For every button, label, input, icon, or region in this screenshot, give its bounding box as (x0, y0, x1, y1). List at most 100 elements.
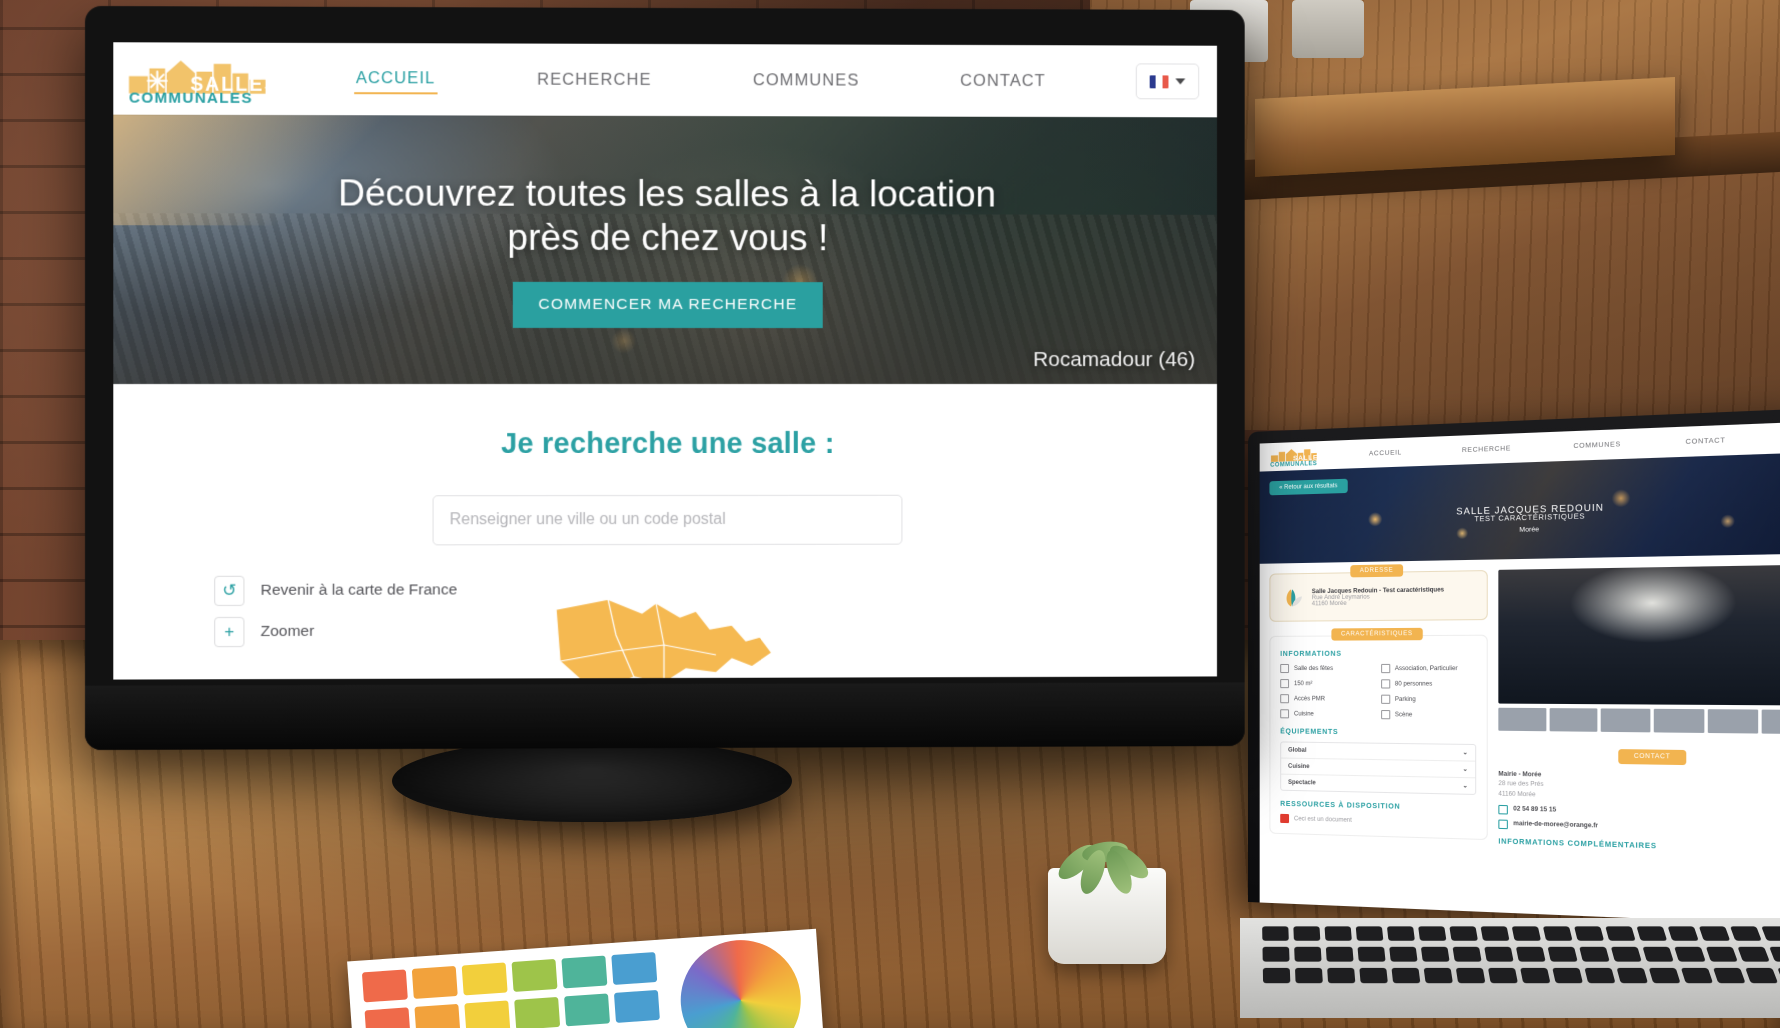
monitor-screen: SALLES COMMUNALES ACCUEIL RECHERCHE COMM… (113, 42, 1217, 680)
laptop-screen-content: SALLES COMMUNALES ACCUEIL RECHERCHE COMM… (1259, 421, 1780, 927)
info-label: Parking (1394, 696, 1416, 703)
monitor-bottom-bezel (84, 682, 1245, 751)
nav-item-contact[interactable]: CONTACT (958, 67, 1048, 94)
svg-text:COMMUNALES: COMMUNALES (1270, 461, 1317, 468)
gallery-thumbnail[interactable] (1653, 708, 1705, 733)
hero-content: Découvrez toutes les salles à la locatio… (113, 115, 1217, 384)
people-icon (1380, 663, 1390, 674)
venue-photo-gallery[interactable]: ‹ › (1498, 564, 1780, 706)
address-card-tag: ADRESSE (1349, 564, 1404, 578)
laptop-nav-accueil[interactable]: ACCUEIL (1369, 449, 1402, 457)
chevron-down-icon: ⌄ (1462, 766, 1468, 773)
stage-icon (1380, 709, 1390, 720)
start-search-button[interactable]: COMMENCER MA RECHERCHE (512, 281, 824, 328)
contact-email: mairie-de-moree@orange.fr (1513, 821, 1598, 830)
chevron-down-icon (1175, 78, 1186, 85)
ceramic-pot-right (1292, 0, 1364, 58)
parking-icon (1380, 694, 1390, 704)
resources-title: RESSOURCES À DISPOSITION (1280, 800, 1401, 811)
more-info-title: INFORMATIONS COMPLÉMENTAIRES (1498, 838, 1657, 851)
site-header: SALLES COMMUNALES ACCUEIL RECHERCHE COMM… (113, 42, 1217, 118)
map-section: ↺ Revenir à la carte de France + Zoomer (113, 574, 1217, 680)
map-control-reset-row[interactable]: ↺ Revenir à la carte de France (214, 575, 457, 606)
info-label: Accès PMR (1293, 695, 1326, 702)
info-item: Parking (1380, 694, 1477, 705)
laptop-left-column: ADRESSE Salle Jacques Redouin - Test car… (1269, 564, 1488, 855)
laptop-main-nav[interactable]: ACCUEIL RECHERCHE COMMUNES CONTACT (1369, 436, 1726, 457)
informations-grid: Salle des fêtes Association, Particulier… (1280, 663, 1477, 720)
search-section: Je recherche une salle : Renseigner une … (113, 383, 1217, 546)
leaf-icon (1286, 589, 1302, 607)
france-region-map[interactable] (546, 595, 806, 680)
info-label: Scène (1394, 711, 1413, 718)
map-controls: ↺ Revenir à la carte de France + Zoomer (214, 575, 457, 658)
equipments-accordion[interactable]: Global ⌄ Cuisine ⌄ Spectacle ⌄ (1280, 741, 1477, 795)
resource-item[interactable]: Ceci est un document (1280, 813, 1476, 828)
plus-icon[interactable]: + (214, 616, 245, 648)
info-label: Association, Particulier (1394, 665, 1458, 672)
wheelchair-icon (1280, 694, 1290, 704)
brand-line2: COMMUNALES (129, 90, 253, 107)
contact-card: Mairie - Morée 28 rue des Prés 41160 Mor… (1498, 770, 1780, 858)
laptop-brand-logo[interactable]: SALLES COMMUNALES (1269, 444, 1324, 468)
contact-phone-row[interactable]: 02 54 89 15 15 (1498, 804, 1780, 823)
laptop-hero-banner: « Retour aux résultats SALLE JACQUES RED… (1259, 451, 1780, 564)
nav-item-recherche[interactable]: RECHERCHE (535, 66, 654, 93)
laptop-keyboard[interactable] (1240, 918, 1780, 1018)
back-to-results-button[interactable]: « Retour aux résultats (1269, 478, 1348, 496)
features-card: CARACTÉRISTIQUES INFORMATIONS Salle des … (1269, 627, 1488, 841)
city-search-input[interactable]: Renseigner une ville ou un code postal (432, 494, 903, 546)
french-flag-icon (1149, 74, 1169, 88)
laptop-hero-text: SALLE JACQUES REDOUIN TEST CARACTÉRISTIQ… (1260, 496, 1780, 540)
hero-title-line2: près de chez vous ! (507, 216, 829, 259)
laptop-right-column: ‹ › CONTACT Mairie - Morée 28 rue des Pr… (1498, 564, 1780, 866)
gallery-thumbnail[interactable] (1707, 709, 1759, 734)
laptop-nav-recherche[interactable]: RECHERCHE (1462, 445, 1511, 454)
pdf-icon (1280, 813, 1290, 824)
info-item: Cuisine (1280, 709, 1372, 719)
accordion-label: Cuisine (1288, 763, 1310, 770)
info-label: 150 m² (1293, 680, 1313, 687)
info-item: 80 personnes (1380, 679, 1477, 689)
address-postal: 41160 Morée (1311, 600, 1347, 608)
capacity-icon (1380, 679, 1390, 689)
chevron-down-icon: ⌄ (1462, 750, 1468, 757)
info-item: Association, Particulier (1380, 663, 1477, 674)
nav-item-communes[interactable]: COMMUNES (751, 67, 862, 94)
resource-label: Ceci est un document (1293, 815, 1352, 824)
nav-item-accueil[interactable]: ACCUEIL (353, 64, 438, 94)
gallery-thumbnail[interactable] (1498, 707, 1547, 732)
gallery-thumbnail[interactable] (1601, 708, 1651, 733)
info-label: Cuisine (1293, 710, 1314, 718)
brand-logo[interactable]: SALLES COMMUNALES (127, 50, 269, 107)
info-label: Salle des fêtes (1293, 665, 1334, 672)
area-icon (1280, 679, 1290, 689)
phone-icon (1498, 804, 1508, 815)
desktop-monitor: SALLES COMMUNALES ACCUEIL RECHERCHE COMM… (84, 5, 1245, 751)
map-control-reset-label: Revenir à la carte de France (260, 581, 458, 599)
gallery-thumbnails[interactable] (1498, 707, 1780, 735)
contact-card-tag: CONTACT (1618, 749, 1687, 766)
chevron-down-icon: ⌄ (1462, 783, 1468, 790)
hero-photo-caption: Rocamadour (46) (1033, 348, 1196, 372)
laptop-nav-contact[interactable]: CONTACT (1686, 436, 1726, 445)
main-navigation[interactable]: ACCUEIL RECHERCHE COMMUNES CONTACT (269, 64, 1136, 95)
gallery-thumbnail[interactable] (1762, 709, 1780, 735)
address-card: ADRESSE Salle Jacques Redouin - Test car… (1269, 564, 1488, 622)
informations-title: INFORMATIONS (1280, 650, 1342, 658)
language-selector[interactable] (1135, 63, 1200, 100)
info-label: 80 personnes (1394, 680, 1433, 688)
color-wheel (676, 936, 805, 1028)
map-control-zoom-row[interactable]: + Zoomer (214, 616, 457, 648)
contact-name: Mairie - Morée (1498, 771, 1542, 779)
laptop-nav-communes[interactable]: COMMUNES (1573, 440, 1621, 449)
accordion-label: Spectacle (1288, 779, 1316, 786)
reset-icon[interactable]: ↺ (214, 575, 245, 606)
hall-icon (1280, 663, 1290, 674)
contact-email-row[interactable]: mairie-de-moree@orange.fr (1498, 819, 1780, 838)
hero-title-line1: Découvrez toutes les salles à la locatio… (338, 172, 996, 215)
gallery-prev-arrow[interactable]: ‹ (1502, 626, 1524, 648)
gallery-thumbnail[interactable] (1549, 708, 1598, 732)
info-item: 150 m² (1280, 679, 1372, 689)
accordion-label: Global (1288, 747, 1307, 754)
